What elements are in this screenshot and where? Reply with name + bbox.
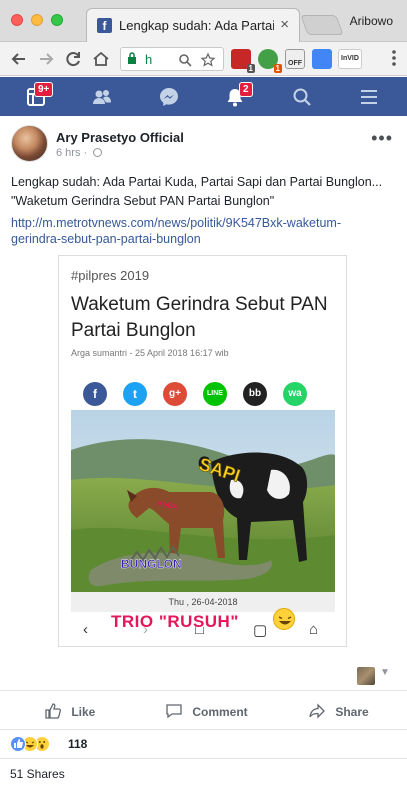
phone-tabs-icon: ▢ bbox=[253, 622, 268, 639]
maximize-window-button[interactable] bbox=[51, 14, 63, 26]
whatsapp-share-icon: wa bbox=[283, 382, 307, 406]
post-text-line: Lengkap sudah: Ada Partai Kuda, Partai S… bbox=[11, 175, 383, 189]
post-options-icon[interactable]: ••• bbox=[371, 128, 393, 149]
like-button[interactable]: Like bbox=[44, 702, 95, 722]
search-icon[interactable] bbox=[178, 53, 192, 67]
post-link[interactable]: http://m.metrotvnews.com/news/politik/9K… bbox=[11, 215, 371, 247]
laughing-emoji-icon bbox=[273, 608, 295, 630]
browser-toolbar: h 1 1 OFF InVID bbox=[0, 42, 407, 76]
share-button[interactable]: Share bbox=[308, 702, 369, 722]
url-text: h bbox=[145, 52, 153, 67]
profile-name[interactable]: Aribowo bbox=[350, 14, 393, 28]
phone-back-icon: ‹ bbox=[83, 621, 88, 638]
meta-separator: · bbox=[83, 147, 88, 159]
card-byline: Arga sumantri - 25 April 2018 16:17 wib bbox=[71, 348, 229, 358]
back-arrow-icon[interactable] bbox=[8, 48, 30, 70]
menu-hamburger-icon[interactable] bbox=[358, 86, 380, 108]
twitter-share-icon: t bbox=[123, 382, 147, 406]
extension-green-icon[interactable]: 1 bbox=[258, 49, 282, 73]
friend-requests-icon[interactable] bbox=[91, 86, 113, 108]
extension-badge: 1 bbox=[273, 64, 282, 73]
tab-title: Lengkap sudah: Ada Partai Ku bbox=[119, 18, 274, 33]
author-avatar[interactable] bbox=[11, 125, 48, 162]
share-icons-row: f t g+ LINE bb wa bbox=[83, 382, 333, 408]
card-hashtag: #pilpres 2019 bbox=[71, 268, 150, 283]
public-globe-icon bbox=[93, 148, 103, 157]
post-timestamp[interactable]: 6 hrs · bbox=[56, 147, 103, 159]
minimize-window-button[interactable] bbox=[31, 14, 43, 26]
phone-home-icon: ⌂ bbox=[309, 621, 319, 638]
post-body: Lengkap sudah: Ada Partai Kuda, Partai S… bbox=[11, 173, 401, 211]
facebook-share-icon: f bbox=[83, 382, 107, 406]
card-headline: Waketum Gerindra Sebut PAN Partai Bunglo… bbox=[71, 294, 328, 341]
caption-trio: TRIO "RUSUH" bbox=[111, 612, 239, 631]
post-header: Ary Prasetyo Official 6 hrs · ••• bbox=[0, 116, 407, 166]
shared-image[interactable]: #pilpres 2019 Waketum Gerindra Sebut PAN… bbox=[58, 255, 347, 647]
share-arrow-icon bbox=[309, 703, 325, 719]
divider bbox=[0, 690, 407, 691]
facebook-favicon-icon: f bbox=[97, 18, 112, 33]
comment-bubble-icon bbox=[166, 704, 182, 719]
browser-tab-active[interactable]: f Lengkap sudah: Ada Partai Ku × bbox=[86, 8, 300, 42]
chevron-down-icon[interactable]: ▼ bbox=[380, 667, 390, 678]
like-label: Like bbox=[71, 705, 96, 719]
shares-count[interactable]: 51 Shares bbox=[10, 767, 65, 781]
search-icon[interactable] bbox=[291, 86, 313, 108]
divider bbox=[0, 758, 407, 759]
animals-photo: SAPI KUDA BUNGLON bbox=[71, 410, 335, 592]
bookmark-star-icon[interactable] bbox=[201, 53, 215, 67]
reload-icon[interactable] bbox=[62, 48, 84, 70]
extension-invid-icon[interactable]: InVID bbox=[338, 49, 362, 69]
blackberry-share-icon: bb bbox=[243, 382, 267, 406]
post-time: 6 hrs bbox=[56, 147, 81, 159]
new-tab-button[interactable] bbox=[300, 15, 344, 35]
bunglon-label: BUNGLON bbox=[121, 557, 182, 571]
messenger-icon[interactable] bbox=[158, 86, 180, 108]
address-bar[interactable]: h bbox=[120, 47, 224, 71]
divider bbox=[0, 729, 407, 730]
home-icon[interactable] bbox=[90, 48, 112, 70]
comment-label: Comment bbox=[192, 705, 248, 719]
post-author-name[interactable]: Ary Prasetyo Official bbox=[56, 130, 184, 145]
close-window-button[interactable] bbox=[11, 14, 23, 26]
facebook-top-nav: 9+ 2 bbox=[0, 77, 407, 116]
like-reaction-icon bbox=[10, 736, 26, 752]
extension-off-icon[interactable]: OFF bbox=[285, 49, 305, 69]
extension-badge: 1 bbox=[246, 64, 255, 73]
google-plus-share-icon: g+ bbox=[163, 382, 187, 406]
notifications-badge: 2 bbox=[239, 82, 253, 97]
reaction-count: 118 bbox=[68, 737, 88, 751]
lock-icon bbox=[128, 52, 136, 64]
extension-translate-icon[interactable] bbox=[312, 49, 332, 69]
thumbs-up-icon bbox=[45, 703, 62, 719]
extension-ublock-icon[interactable]: 1 bbox=[231, 49, 255, 73]
tab-close-icon[interactable]: × bbox=[280, 16, 289, 33]
forward-arrow-icon[interactable] bbox=[35, 48, 57, 70]
browser-titlebar: f Lengkap sudah: Ada Partai Ku × Aribowo bbox=[0, 0, 407, 42]
home-notification-badge: 9+ bbox=[34, 82, 54, 97]
comment-button[interactable]: Comment bbox=[165, 702, 248, 722]
commenter-avatar[interactable] bbox=[357, 667, 375, 685]
browser-menu-icon[interactable] bbox=[391, 49, 397, 73]
post-text-line: "Waketum Gerindra Sebut PAN Partai Bungl… bbox=[11, 194, 275, 208]
share-label: Share bbox=[335, 705, 369, 719]
line-share-icon: LINE bbox=[203, 382, 227, 406]
